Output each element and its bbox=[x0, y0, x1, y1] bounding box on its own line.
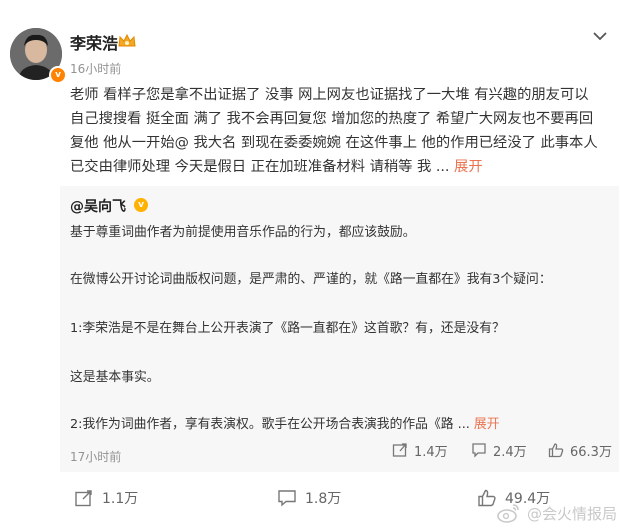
quote-line: 在微博公开讨论词曲版权问题，是严肃的、严谨的，就《路一直都在》我有3个疑问： bbox=[70, 272, 552, 287]
repost-count: 1.1万 bbox=[102, 491, 139, 507]
quote-like-button[interactable]: 66.3万 bbox=[548, 440, 612, 460]
repost-button[interactable]: 1.1万 bbox=[74, 486, 138, 510]
comment-count: 1.8万 bbox=[305, 491, 342, 507]
repost-icon bbox=[75, 490, 92, 507]
quote-line: 1:李荣浩是不是在舞台上公开表演了《路一直都在》这首歌？有，还是没有？ bbox=[70, 321, 505, 336]
watermark-text: @会火情报局 bbox=[527, 504, 618, 523]
weibo-logo-icon bbox=[497, 504, 519, 523]
post-timestamp[interactable]: 16小时前 bbox=[70, 60, 121, 77]
chevron-down-icon[interactable] bbox=[592, 30, 608, 42]
quote-timestamp[interactable]: 17小时前 bbox=[70, 448, 121, 465]
expand-link[interactable]: 展开 bbox=[454, 159, 483, 175]
quote-line: 2:我作为词曲作者，享有表演权。歌手在公开场合表演我的作品《路 ... 展开 bbox=[70, 413, 500, 432]
like-icon bbox=[478, 489, 496, 507]
quote-comment-button[interactable]: 2.4万 bbox=[471, 440, 527, 460]
comment-icon bbox=[472, 443, 486, 458]
quote-expand-link[interactable]: 展开 bbox=[474, 417, 500, 432]
quoted-author[interactable]: @吴向飞 bbox=[70, 196, 126, 216]
level-crown-icon bbox=[118, 33, 136, 47]
comment-icon bbox=[278, 490, 296, 507]
like-icon bbox=[548, 443, 564, 458]
verified-badge-icon: v bbox=[134, 198, 148, 212]
post-author-name[interactable]: 李荣浩 bbox=[70, 30, 118, 54]
repost-icon bbox=[392, 443, 407, 457]
quote-line: 基于尊重词曲作者为前提使用音乐作品的行为，都应该鼓励。 bbox=[70, 225, 416, 240]
quote-line: 这是基本事实。 bbox=[70, 370, 160, 385]
quote-repost-button[interactable]: 1.4万 bbox=[392, 440, 448, 460]
watermark: @会火情报局 bbox=[497, 500, 617, 526]
comment-button[interactable]: 1.8万 bbox=[277, 486, 341, 510]
quote-like-count: 66.3万 bbox=[570, 444, 612, 460]
quote-repost-count: 1.4万 bbox=[414, 444, 448, 460]
quote-comment-count: 2.4万 bbox=[493, 444, 527, 460]
verified-badge-icon: v bbox=[49, 66, 67, 84]
quote-line-text: 2:我作为词曲作者，享有表演权。歌手在公开场合表演我的作品《路 ... bbox=[70, 417, 470, 432]
post-body: 老师 看样子您是拿不出证据了 没事 网上网友也证据找了一大堆 有兴趣的朋友可以自… bbox=[70, 87, 598, 175]
post-text: 老师 看样子您是拿不出证据了 没事 网上网友也证据找了一大堆 有兴趣的朋友可以自… bbox=[70, 83, 600, 179]
